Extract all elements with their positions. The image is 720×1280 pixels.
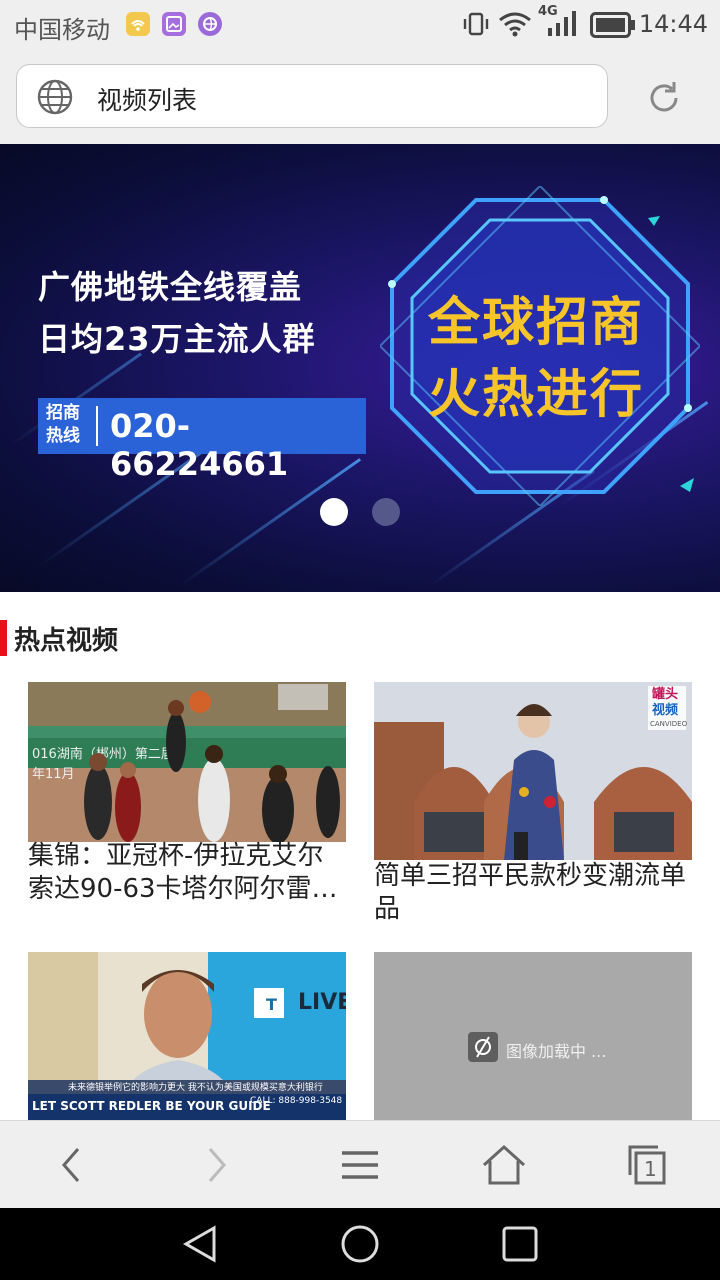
system-home-icon[interactable]	[340, 1224, 380, 1268]
gallery-icon	[162, 12, 186, 36]
browser-toolbar: 1	[0, 1120, 720, 1208]
video-subtitle: 未来德银举例它的影响力更大 我不认为美国或规模买意大利银行	[68, 1083, 323, 1093]
loading-text: 图像加载中 ...	[506, 1042, 607, 1061]
section-title: 热点视频	[14, 626, 119, 656]
clock: 14:44	[638, 10, 708, 38]
watermark-line1: 罐头	[652, 687, 679, 702]
badge-text-2: 火热进行	[428, 365, 645, 425]
promo-banner[interactable]: 广佛地铁全线覆盖 日均23万主流人群 招商热线 020-66224661 全球招…	[0, 144, 720, 592]
page-title: 视频列表	[97, 86, 198, 115]
hotline-box: 招商热线 020-66224661	[38, 398, 366, 483]
video-caption: 集锦：亚冠杯-伊拉克艾尔索达90-63卡塔尔阿尔雷…	[28, 841, 338, 904]
hotline-number: 020-66224661	[110, 407, 289, 483]
video-card[interactable]: 图像加载中 ...	[374, 952, 692, 1120]
video-card[interactable]: 016湖南（郴州）第二届 年11月 集锦：亚冠杯-伊拉克艾尔索达90-63卡塔尔…	[28, 682, 346, 910]
address-bar: 视频列表	[0, 50, 720, 144]
video-caption: 简单三招平民款秒变潮流单品	[374, 861, 687, 924]
wifi-icon	[498, 10, 532, 42]
battery-icon	[590, 12, 636, 42]
browser-icon	[198, 12, 222, 36]
news-scene: T	[28, 952, 346, 1120]
back-icon[interactable]	[48, 1141, 96, 1189]
watermark-line2: 视频	[652, 703, 679, 718]
video-thumbnail: 罐头 视频 CANVIDEO	[374, 682, 692, 860]
tabs-icon[interactable]: 1	[624, 1141, 672, 1189]
news-ticker: LET SCOTT REDLER BE YOUR GUIDE	[32, 1099, 271, 1113]
image-loading-icon	[468, 1032, 498, 1062]
hotline-divider	[96, 406, 98, 446]
svg-text:年11月: 年11月	[32, 767, 75, 782]
video-card[interactable]: T LIVE 未来德银举例它的影响力更大 我不认为美国或规模买意大利银行 LET…	[28, 952, 346, 1120]
browser-screen: 中国移动 4G 14:44 视频列表 广佛地铁全线覆盖 日均23万主流人群 招商…	[0, 0, 720, 1280]
carrier-name: 中国移动	[14, 16, 110, 44]
video-thumbnail: T LIVE 未来德银举例它的影响力更大 我不认为美国或规模买意大利银行 LET…	[28, 952, 346, 1120]
home-icon[interactable]	[480, 1141, 528, 1189]
basketball-scene: 016湖南（郴州）第二届 年11月	[28, 682, 346, 842]
overlay-logo: LIVE	[298, 990, 346, 1015]
video-card[interactable]: 罐头 视频 CANVIDEO 简单三招平民款秒变潮流单品	[374, 682, 692, 926]
news-ticker-phone: CALL: 888-998-3548	[250, 1096, 343, 1106]
carousel-dot-active[interactable]	[320, 498, 348, 526]
fashion-scene	[374, 682, 692, 860]
badge-text-1: 全球招商	[428, 293, 645, 353]
tab-count: 1	[644, 1157, 657, 1181]
reload-icon[interactable]	[644, 78, 684, 122]
forward-icon[interactable]	[192, 1141, 240, 1189]
menu-icon[interactable]	[336, 1141, 384, 1189]
banner-headline-1: 广佛地铁全线覆盖	[38, 268, 303, 306]
video-thumbnail: 016湖南（郴州）第二届 年11月	[28, 682, 346, 842]
status-bar: 中国移动 4G 14:44	[0, 0, 720, 50]
globe-icon	[37, 79, 73, 119]
system-recents-icon[interactable]	[502, 1226, 538, 1266]
wifi-hotspot-icon	[126, 12, 150, 36]
section-accent-bar	[0, 620, 7, 656]
hotline-label: 招商热线	[46, 403, 80, 446]
system-back-icon[interactable]	[182, 1224, 222, 1268]
signal-icon	[546, 10, 578, 42]
url-field[interactable]: 视频列表	[16, 64, 608, 128]
carousel-dot[interactable]	[372, 498, 400, 526]
banner-headline-2: 日均23万主流人群	[38, 320, 316, 358]
vibrate-icon	[462, 10, 490, 42]
svg-text:T: T	[266, 995, 277, 1014]
watermark-line3: CANVIDEO	[650, 720, 688, 728]
system-nav-bar	[0, 1208, 720, 1280]
